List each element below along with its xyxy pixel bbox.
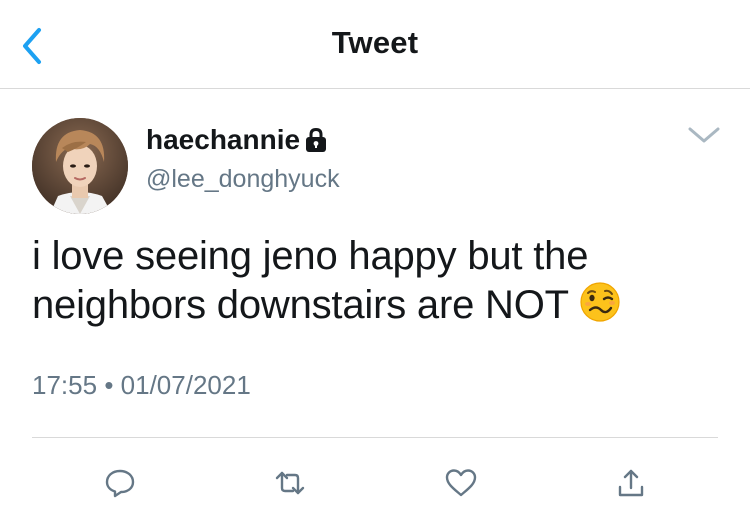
tweet-timestamp[interactable]: 17:55 • 01/07/2021: [32, 370, 251, 401]
tweet-time: 17:55: [32, 370, 98, 400]
avatar[interactable]: [32, 118, 128, 214]
tweet-text-line-with-emoji: neighbors downstairs are NOT: [32, 281, 722, 335]
share-button[interactable]: [611, 463, 651, 503]
lock-icon: [304, 127, 328, 153]
more-options-button[interactable]: [682, 118, 726, 152]
avatar-photo: [32, 118, 128, 214]
retweet-button[interactable]: [270, 463, 310, 503]
share-icon: [618, 469, 644, 497]
nav-header: Tweet: [0, 0, 750, 89]
tweet-text-line: i love seeing jeno happy but the: [32, 234, 589, 278]
divider: [32, 437, 718, 438]
tweet-detail-screen: Tweet haechannie @lee_donghyuck i love s…: [0, 0, 750, 517]
tweet-date: 01/07/2021: [120, 370, 251, 400]
retweet-icon: [275, 471, 305, 495]
timestamp-separator: •: [104, 370, 114, 400]
author-name-row[interactable]: haechannie: [146, 124, 328, 156]
heart-icon: [445, 469, 477, 497]
tweet-text-line: neighbors downstairs are NOT: [32, 283, 569, 327]
author-handle[interactable]: @lee_donghyuck: [146, 165, 340, 194]
tweet-text: i love seeing jeno happy but the neighbo…: [32, 232, 722, 335]
page-title: Tweet: [331, 25, 419, 60]
reply-button[interactable]: [100, 463, 140, 503]
reply-icon: [105, 469, 135, 498]
display-name: haechannie: [146, 124, 301, 155]
chevron-down-icon: [688, 127, 720, 143]
like-button[interactable]: [441, 463, 481, 503]
woozy-face-emoji: [579, 281, 621, 335]
